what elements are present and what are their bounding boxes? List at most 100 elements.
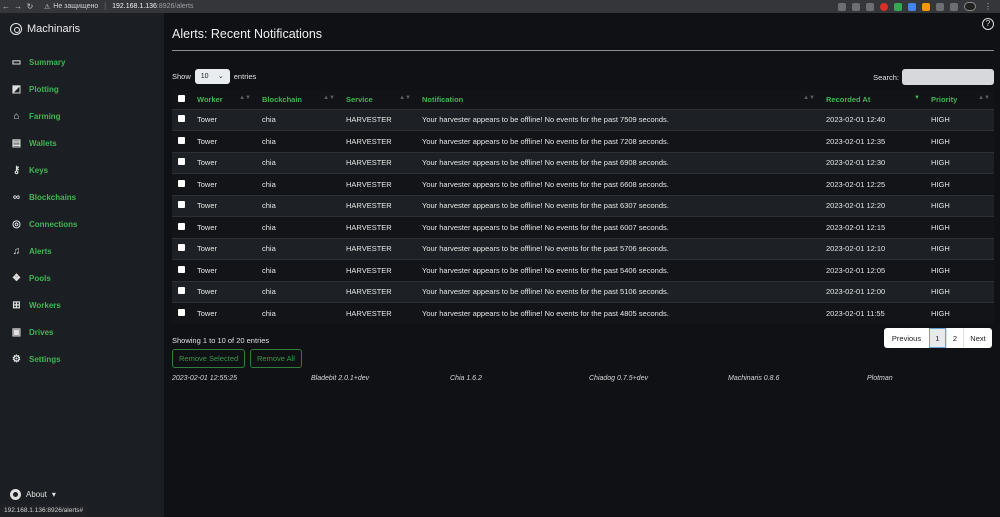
cell-service: HARVESTER (339, 237, 415, 260)
cell-notification: Your harvester appears to be offline! No… (415, 216, 819, 238)
row-checkbox-cell (172, 194, 190, 217)
row-checkbox[interactable] (178, 115, 185, 123)
table-row[interactable]: Tower chia HARVESTER Your harvester appears… (172, 216, 994, 238)
cell-worker: Tower (190, 108, 255, 131)
cell-service: HARVESTER (339, 194, 415, 217)
reload-icon[interactable]: ↻ (24, 2, 36, 11)
sidepanel-icon[interactable] (950, 2, 958, 11)
cell-worker: Tower (190, 151, 255, 174)
row-checkbox[interactable] (178, 158, 185, 166)
column-header-blockchain[interactable]: Blockchain ▲▼ (255, 90, 339, 109)
column-header-priority[interactable]: Priority ▲▼ (924, 90, 994, 109)
cell-priority: HIGH (924, 280, 994, 303)
sidebar-item-label: Blockchains (29, 193, 77, 202)
row-checkbox[interactable] (178, 201, 185, 209)
sidebar-item-wallets[interactable]: ▤ Wallets (0, 130, 164, 157)
row-checkbox[interactable] (178, 287, 185, 295)
profile-avatar[interactable] (964, 2, 976, 11)
back-icon[interactable]: ← (0, 2, 12, 11)
sort-icon: ▲▼ (399, 95, 411, 101)
sort-icon: ▲▼ (323, 95, 335, 101)
security-indicator[interactable]: ⚠ Не защищено (44, 3, 98, 11)
table-row[interactable]: Tower chia HARVESTER Your harvester appears… (172, 194, 994, 217)
status-bar-url: 192.168.1.136:8926/alerts# (0, 505, 88, 517)
sidebar-item-settings[interactable]: ⚙ Settings (0, 346, 164, 373)
url-path: :8926/alerts (156, 3, 194, 10)
cell-recorded-at: 2023-02-01 12:25 (819, 173, 924, 195)
sidebar-item-drives[interactable]: ▣ Drives (0, 319, 164, 346)
column-header-notification[interactable]: Notification ▲▼ (415, 90, 819, 109)
forward-icon[interactable]: → (12, 2, 24, 11)
plotting-icon: ◩ (11, 83, 22, 95)
cell-service: HARVESTER (339, 108, 415, 131)
main-content: Alerts: Recent Notifications ? Show 10 ⌄… (164, 13, 1000, 517)
farming-icon: ⌂ (13, 110, 20, 122)
column-header-recorded-at[interactable]: Recorded At ▼ (819, 90, 924, 109)
cell-blockchain: chia (255, 280, 339, 303)
column-header-service[interactable]: Service ▲▼ (339, 90, 415, 109)
metamask-icon[interactable] (922, 2, 930, 11)
column-header-label: Worker (197, 94, 223, 104)
pagination-next[interactable]: Next (963, 328, 992, 348)
sidebar-item-connections[interactable]: ◎ Connections (0, 211, 164, 238)
table-row[interactable]: Tower chia HARVESTER Your harvester appears… (172, 108, 994, 131)
extension-blue-icon[interactable] (908, 2, 916, 11)
row-checkbox[interactable] (178, 136, 185, 144)
sidebar-item-alerts[interactable]: ♫ Alerts (0, 238, 164, 265)
sidebar-item-keys[interactable]: ⚷ Keys (0, 157, 164, 184)
footer-timestamp: 2023-02-01 12:55:25 (172, 375, 237, 382)
sidebar-item-blockchains[interactable]: ∞ Blockchains (0, 184, 164, 211)
pagination-page-2[interactable]: 2 (946, 328, 963, 348)
alerts-table: Worker ▲▼ Blockchain ▲▼ Service ▲▼ Notifica… (172, 90, 994, 324)
sidebar-item-label: Alerts (29, 247, 52, 256)
cell-blockchain: chia (255, 302, 339, 324)
about-dropdown[interactable]: About ▾ (10, 489, 56, 500)
entries-label: entries (233, 72, 257, 81)
row-checkbox[interactable] (178, 265, 185, 273)
share-icon[interactable] (852, 2, 860, 11)
column-header-label: Service (346, 94, 373, 104)
address-bar[interactable]: 192.168.1.136:8926/alerts (112, 3, 193, 10)
table-row[interactable]: Tower chia HARVESTER Your harvester appears… (172, 237, 994, 260)
kebab-menu-icon[interactable]: ⋮ (982, 2, 994, 11)
table-row[interactable]: Tower chia HARVESTER Your harvester appears… (172, 130, 994, 152)
column-header-worker[interactable]: Worker ▲▼ (190, 90, 255, 109)
cell-notification: Your harvester appears to be offline! No… (415, 194, 819, 217)
footer-machinaris-version: Machinaris 0.8.6 (728, 375, 780, 382)
row-checkbox[interactable] (178, 244, 185, 252)
pagination-previous[interactable]: Previous (884, 328, 929, 348)
page-title: Alerts: Recent Notifications (172, 27, 323, 41)
table-row[interactable]: Tower chia HARVESTER Your harvester appears… (172, 302, 994, 324)
table-row[interactable]: Tower chia HARVESTER Your harvester appears… (172, 280, 994, 303)
row-checkbox-cell (172, 237, 190, 260)
sidebar-item-workers[interactable]: ⊞ Workers (0, 292, 164, 319)
bookmark-star-icon[interactable] (866, 2, 874, 11)
sidebar-item-farming[interactable]: ⌂ Farming (0, 103, 164, 130)
cell-service: HARVESTER (339, 130, 415, 152)
sidebar-item-pools[interactable]: ❖ Pools (0, 265, 164, 292)
cell-notification: Your harvester appears to be offline! No… (415, 108, 819, 131)
translate-icon[interactable] (838, 2, 846, 11)
brand[interactable]: Machinaris (10, 23, 80, 35)
table-row[interactable]: Tower chia HARVESTER Your harvester appears… (172, 259, 994, 281)
sidebar-item-label: Plotting (29, 85, 59, 94)
puzzle-icon[interactable] (936, 2, 944, 11)
entries-select[interactable]: 10 ⌄ (194, 69, 230, 84)
help-icon[interactable]: ? (982, 18, 994, 30)
pagination-page-1[interactable]: 1 (929, 328, 946, 348)
table-row[interactable]: Tower chia HARVESTER Your harvester appears… (172, 151, 994, 174)
row-checkbox[interactable] (178, 222, 185, 230)
select-all-checkbox[interactable] (178, 94, 185, 102)
extension-green-icon[interactable] (894, 2, 902, 11)
row-checkbox[interactable] (178, 179, 185, 187)
search-input[interactable] (902, 69, 994, 85)
table-row[interactable]: Tower chia HARVESTER Your harvester appears… (172, 173, 994, 195)
cell-notification: Your harvester appears to be offline! No… (415, 302, 819, 324)
remove-selected-button[interactable]: Remove Selected (172, 349, 246, 368)
sidebar-item-summary[interactable]: ▭ Summary (0, 49, 164, 76)
extension-red-icon[interactable] (880, 2, 888, 11)
remove-all-button[interactable]: Remove All (250, 349, 302, 368)
sidebar-item-plotting[interactable]: ◩ Plotting (0, 76, 164, 103)
row-checkbox[interactable] (178, 309, 185, 316)
cell-notification: Your harvester appears to be offline! No… (415, 237, 819, 260)
